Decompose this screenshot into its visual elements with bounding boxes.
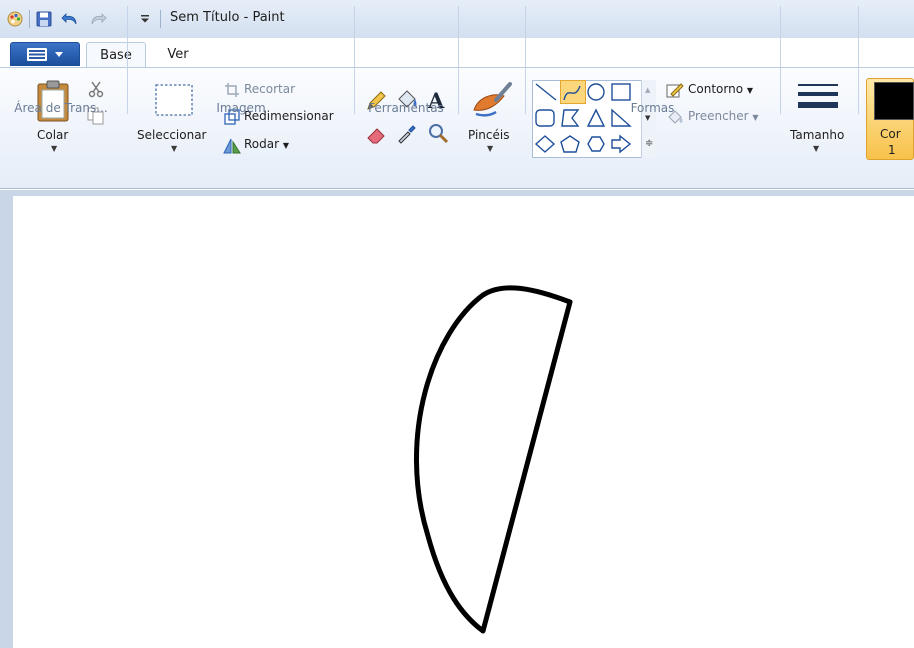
- eraser-icon[interactable]: [365, 123, 387, 145]
- size-dropdown-arrow[interactable]: ▼: [813, 144, 819, 153]
- crop-icon[interactable]: [224, 82, 240, 98]
- rotate-button[interactable]: Rodar ▼: [244, 137, 289, 151]
- rotate-icon[interactable]: [222, 137, 242, 155]
- size-button[interactable]: Tamanho: [790, 128, 844, 142]
- line-shape-icon[interactable]: [535, 83, 557, 101]
- right-arrow-shape-icon[interactable]: [611, 134, 632, 154]
- color-picker-icon[interactable]: [396, 122, 418, 144]
- color1-swatch: [874, 82, 914, 120]
- paint-app-icon[interactable]: [6, 10, 24, 28]
- rotate-label: Rodar: [244, 137, 280, 151]
- paste-dropdown-arrow[interactable]: ▼: [51, 144, 57, 153]
- title-bar: Sem Título - Paint: [0, 0, 914, 38]
- gallery-expand-icon[interactable]: ≑: [645, 138, 653, 149]
- cut-icon[interactable]: [87, 80, 105, 98]
- tools-group-label: Ferramentas: [368, 101, 444, 115]
- undo-icon[interactable]: [60, 10, 80, 28]
- group-divider: [858, 6, 859, 114]
- brushes-dropdown-arrow[interactable]: ▼: [487, 144, 493, 153]
- shapes-gallery-icons: [534, 83, 632, 154]
- group-divider: [127, 6, 128, 114]
- crop-button[interactable]: Recortar: [244, 82, 295, 96]
- chevron-down-icon: [55, 52, 63, 57]
- rectangle-shape-icon[interactable]: [611, 83, 631, 101]
- hexagon-shape-icon[interactable]: [587, 136, 605, 152]
- outline-label: Contorno: [688, 82, 744, 96]
- pentagon-shape-icon[interactable]: [560, 135, 580, 153]
- diamond-shape-icon[interactable]: [534, 135, 556, 153]
- drawing-canvas[interactable]: [13, 196, 914, 648]
- outline-icon[interactable]: [666, 81, 684, 99]
- brushes-icon[interactable]: [470, 80, 514, 124]
- color1-label: Cor: [880, 127, 901, 141]
- tab-ver[interactable]: Ver: [158, 42, 198, 68]
- group-divider: [525, 6, 526, 114]
- curve-shape-icon[interactable]: [563, 85, 581, 101]
- clipboard-group-label: Área de Trans...: [14, 101, 108, 115]
- save-icon[interactable]: [36, 11, 52, 27]
- oval-shape-icon[interactable]: [587, 83, 605, 101]
- group-divider: [458, 6, 459, 114]
- image-group-label: Imagem: [216, 101, 266, 115]
- size-icon[interactable]: [798, 82, 838, 118]
- scroll-up-icon[interactable]: ▲: [645, 86, 650, 94]
- group-divider: [354, 6, 355, 114]
- tab-base[interactable]: Base: [86, 42, 146, 68]
- paste-button[interactable]: Colar: [37, 128, 68, 142]
- customize-quick-access-icon[interactable]: [140, 14, 150, 24]
- drawn-half-moon-shape: [414, 285, 573, 634]
- window-title: Sem Título - Paint: [170, 10, 285, 25]
- menu-icon: [27, 48, 47, 61]
- group-divider: [780, 6, 781, 114]
- color1-number: 1: [888, 143, 896, 157]
- select-button[interactable]: Seleccionar: [137, 128, 206, 142]
- magnifier-icon[interactable]: [427, 122, 449, 144]
- redo-icon[interactable]: [88, 10, 108, 28]
- outline-button[interactable]: Contorno ▼: [688, 82, 753, 96]
- shapes-gallery-scrollbar[interactable]: ▲ ▼ ≑: [641, 80, 656, 158]
- paint-menu-button[interactable]: [10, 42, 80, 66]
- select-dropdown-arrow[interactable]: ▼: [171, 144, 177, 153]
- outline-dropdown-arrow: ▼: [746, 86, 754, 95]
- brushes-button[interactable]: Pincéis: [468, 128, 509, 142]
- shapes-group-label: Formas: [630, 101, 675, 115]
- rotate-dropdown-arrow: ▼: [282, 141, 290, 150]
- scroll-down-icon[interactable]: ▼: [645, 114, 650, 122]
